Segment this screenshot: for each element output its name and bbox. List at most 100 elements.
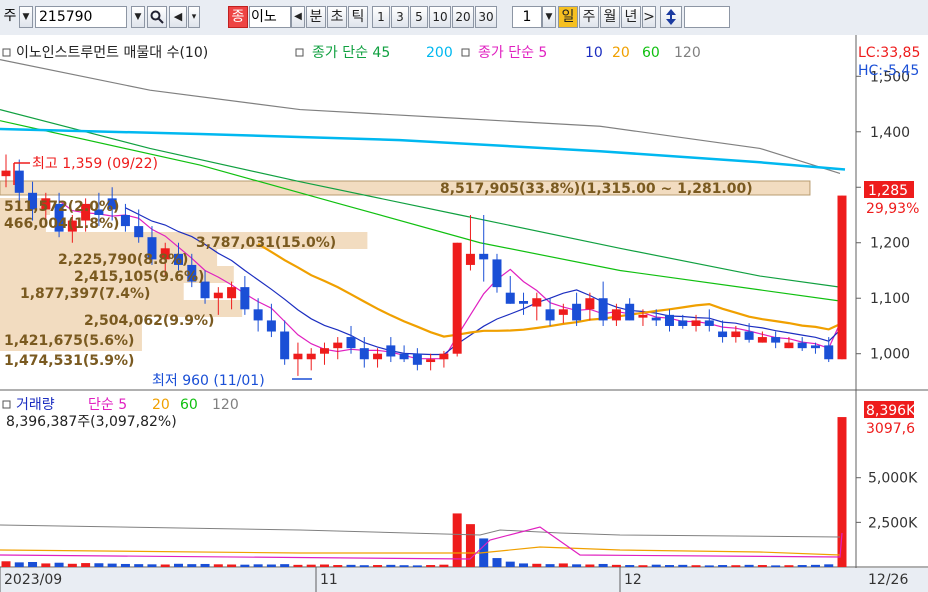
candle-body: [572, 303, 582, 321]
date-axis-last: 12/26: [868, 572, 908, 588]
period-sec-button[interactable]: 초: [327, 6, 347, 28]
candle-body: [306, 353, 316, 360]
stock-name-field: 이노: [249, 6, 291, 28]
candle-body: [412, 353, 422, 365]
candle-body: [611, 309, 621, 321]
volume-bar: [744, 564, 754, 567]
volume-bar: [266, 564, 276, 567]
volume-bar: [598, 563, 608, 567]
candle-body: [837, 195, 847, 360]
volume-bar: [824, 564, 834, 567]
volume-axis-label: 2,500K: [868, 515, 918, 531]
period-year-button[interactable]: 년: [621, 6, 641, 28]
volume-bar: [346, 564, 356, 567]
candle-body: [797, 342, 807, 349]
volume-bar: [465, 524, 475, 567]
volume-bar: [293, 564, 303, 567]
volume-bar: [386, 564, 396, 567]
period-tick-button[interactable]: 틱: [348, 6, 368, 28]
candle-body: [333, 342, 343, 349]
candle-body: [426, 359, 436, 363]
speaker-icon[interactable]: ◀: [169, 6, 187, 28]
toolbar: 주 ▼ 215790 ▼ ◀ ▾ 종 이노 ◀ 분 초 틱 1 3 5 10 2…: [0, 0, 928, 36]
volume-bar: [505, 561, 515, 567]
period-month-button[interactable]: 월: [600, 6, 620, 28]
volume-bar: [585, 564, 595, 567]
period-1-button[interactable]: 1: [372, 6, 390, 28]
chart-type-button[interactable]: 종: [228, 6, 248, 28]
period-week-button[interactable]: 주: [579, 6, 599, 28]
period-30-button[interactable]: 30: [475, 6, 497, 28]
candle-body: [280, 331, 290, 360]
volume-bar: [412, 565, 422, 567]
candle-body: [824, 345, 834, 360]
candle-body: [505, 292, 515, 304]
sort-arrows-icon[interactable]: [660, 6, 682, 28]
candle-body: [744, 331, 754, 340]
period-5-button[interactable]: 5: [410, 6, 428, 28]
volume-bar: [160, 564, 170, 567]
volume-bar: [107, 563, 117, 567]
volume-bar: [94, 563, 104, 567]
candle-body: [784, 342, 794, 349]
type-dropdown-icon[interactable]: ▼: [19, 6, 33, 28]
volume-bar: [240, 564, 250, 567]
period-20-button[interactable]: 20: [452, 6, 474, 28]
volume-bar: [784, 565, 794, 567]
volume-bar: [213, 564, 223, 567]
volume-profile-label: 466,004(1.8%): [4, 216, 119, 232]
candle-body: [532, 298, 542, 307]
stock-code-input[interactable]: 215790: [35, 6, 127, 28]
search-icon[interactable]: [147, 6, 167, 28]
period-value-input[interactable]: 1: [512, 6, 542, 28]
date-axis-bar: [0, 568, 928, 592]
candle: [492, 253, 502, 293]
candle-body: [253, 309, 263, 321]
period-dropdown-icon[interactable]: ▼: [542, 6, 556, 28]
volume-bar: [837, 417, 847, 567]
volume-bar: [333, 565, 343, 567]
volume-bar: [611, 564, 621, 567]
period-min-button[interactable]: 분: [306, 6, 326, 28]
volume-profile-label: 2,415,105(9.6%): [74, 269, 204, 285]
volume-profile-label: 3,787,031(15.0%): [196, 235, 336, 251]
volume-bar: [625, 565, 635, 567]
price-now-label: 1,285: [868, 183, 908, 199]
price-axis-label: 1,200: [870, 236, 910, 252]
period-10-button[interactable]: 10: [429, 6, 451, 28]
volume-profile-label: 511,572(2.0%): [4, 199, 119, 215]
candle-body: [399, 353, 409, 360]
volume-bar: [678, 564, 688, 567]
candle-body: [664, 314, 674, 326]
high-annotation: 최고 1,359 (09/22): [32, 156, 158, 172]
volume-bar: [651, 564, 661, 567]
extra-input[interactable]: [684, 6, 730, 28]
speaker-dropdown-icon[interactable]: ▾: [188, 6, 200, 28]
candle-body: [479, 253, 489, 260]
price-axis-label: 1,400: [870, 125, 910, 141]
period-3-button[interactable]: 3: [391, 6, 409, 28]
volume-bar: [731, 565, 741, 567]
volume-bar: [1, 561, 11, 567]
type-label: 주: [3, 8, 17, 24]
volume-bar: [54, 562, 64, 567]
volume-bar: [691, 565, 701, 567]
code-dropdown-icon[interactable]: ▼: [131, 6, 145, 28]
volume-pct-label: 3097,6: [866, 421, 915, 437]
ma5-legend: 종가 단순 5: [478, 45, 547, 61]
candle-body: [293, 353, 303, 360]
period-day-button[interactable]: 일: [558, 6, 578, 28]
candle-body: [598, 298, 608, 321]
volume-bar: [227, 564, 237, 567]
candle-body: [266, 320, 276, 332]
stock-chart[interactable]: 1,5001,4001,3001,2001,1001,0005,000K2,50…: [0, 35, 928, 592]
candle-body: [465, 253, 475, 265]
volume-bar: [120, 563, 130, 567]
volume-now-label: 8,396K: [866, 403, 916, 419]
candle-body: [718, 331, 728, 338]
prev-arrow-icon[interactable]: ◀: [291, 6, 305, 28]
next-button[interactable]: >: [642, 6, 656, 28]
volume-bar: [810, 564, 820, 567]
volume-bar: [306, 564, 316, 567]
date-axis-label: 2023/09: [4, 572, 62, 588]
